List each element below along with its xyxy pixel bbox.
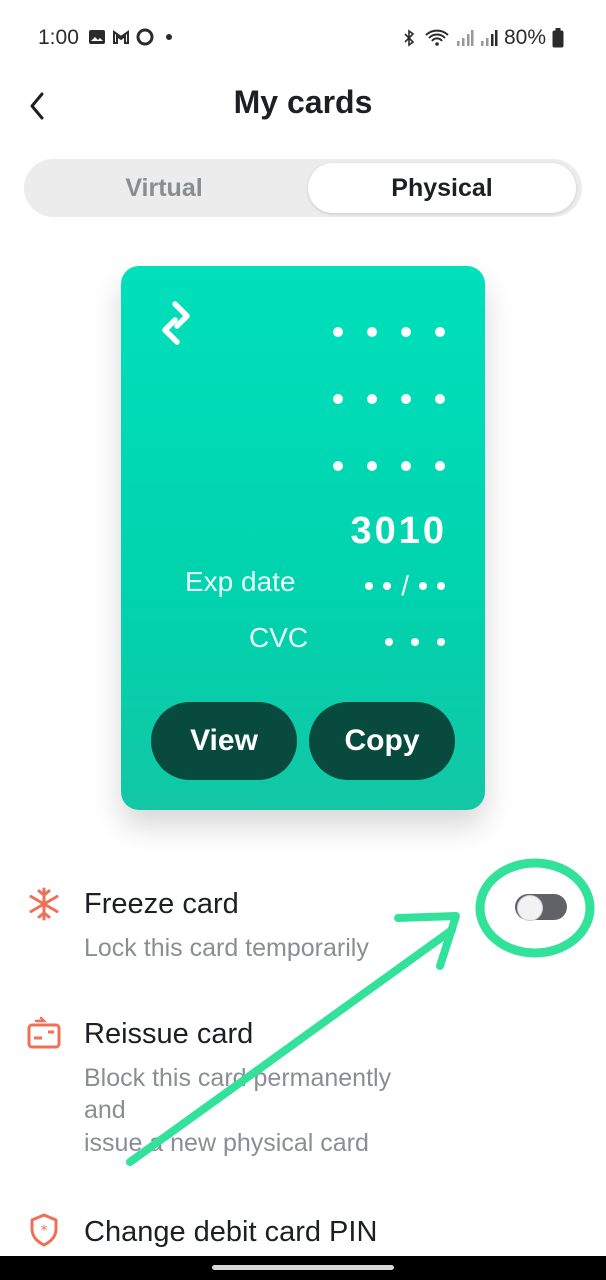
signal-icon — [456, 30, 474, 46]
gmail-icon — [113, 30, 129, 44]
cvc-label: CVC — [249, 622, 309, 653]
masked-digits-group-2 — [333, 394, 445, 404]
system-nav-bar — [0, 1256, 606, 1280]
snowflake-icon — [29, 887, 59, 921]
cvc-masked — [385, 638, 445, 646]
masked-digits-group-1 — [333, 327, 445, 337]
toggle-knob — [517, 895, 543, 921]
bluetooth-icon — [404, 29, 415, 47]
tab-physical[interactable]: Physical — [308, 163, 576, 213]
battery-icon — [552, 28, 564, 48]
card-last-four: 3010 — [350, 510, 447, 552]
home-indicator[interactable] — [212, 1265, 394, 1270]
exp-date-label: Exp date — [185, 566, 296, 597]
shield-icon: * — [30, 1213, 58, 1247]
physical-card: 3010 Exp date / CVC View Copy — [121, 266, 485, 810]
exp-date-masked: / — [365, 570, 445, 602]
battery-percent: 80% — [503, 26, 546, 49]
reissue-card-icon — [27, 1016, 61, 1049]
signal-icon-2 — [480, 30, 498, 46]
circle-app-icon — [136, 28, 154, 46]
tab-virtual[interactable]: Virtual — [28, 163, 300, 213]
exp-separator: / — [401, 570, 409, 601]
page-title: My cards — [233, 84, 373, 120]
notification-icons — [88, 28, 178, 46]
freeze-card-desc: Lock this card temporarily — [84, 934, 369, 962]
status-time: 1:00 — [38, 26, 79, 49]
masked-digits-group-3 — [333, 461, 445, 471]
change-pin-label: Change debit card PIN — [84, 1216, 378, 1248]
freeze-card-label: Freeze card — [84, 888, 239, 920]
svg-text:*: * — [41, 1223, 48, 1239]
reissue-card-desc-1: Block this card permanently — [84, 1064, 392, 1092]
copy-button[interactable]: Copy — [309, 702, 455, 780]
freeze-card-toggle[interactable] — [515, 894, 567, 921]
reissue-card-desc-2: and — [84, 1096, 126, 1124]
status-bar: 1:00 80% — [0, 0, 606, 78]
reissue-card-label: Reissue card — [84, 1018, 254, 1050]
gallery-icon — [89, 30, 105, 44]
wifi-icon — [425, 29, 449, 46]
reissue-card-desc-3: issue a new physical card — [84, 1129, 369, 1157]
view-button[interactable]: View — [151, 702, 297, 780]
status-right: 80% — [400, 26, 564, 50]
brand-logo-icon — [162, 301, 190, 345]
card-type-tabs: Virtual Physical — [24, 159, 582, 217]
more-notifications-dot-icon — [166, 34, 172, 40]
